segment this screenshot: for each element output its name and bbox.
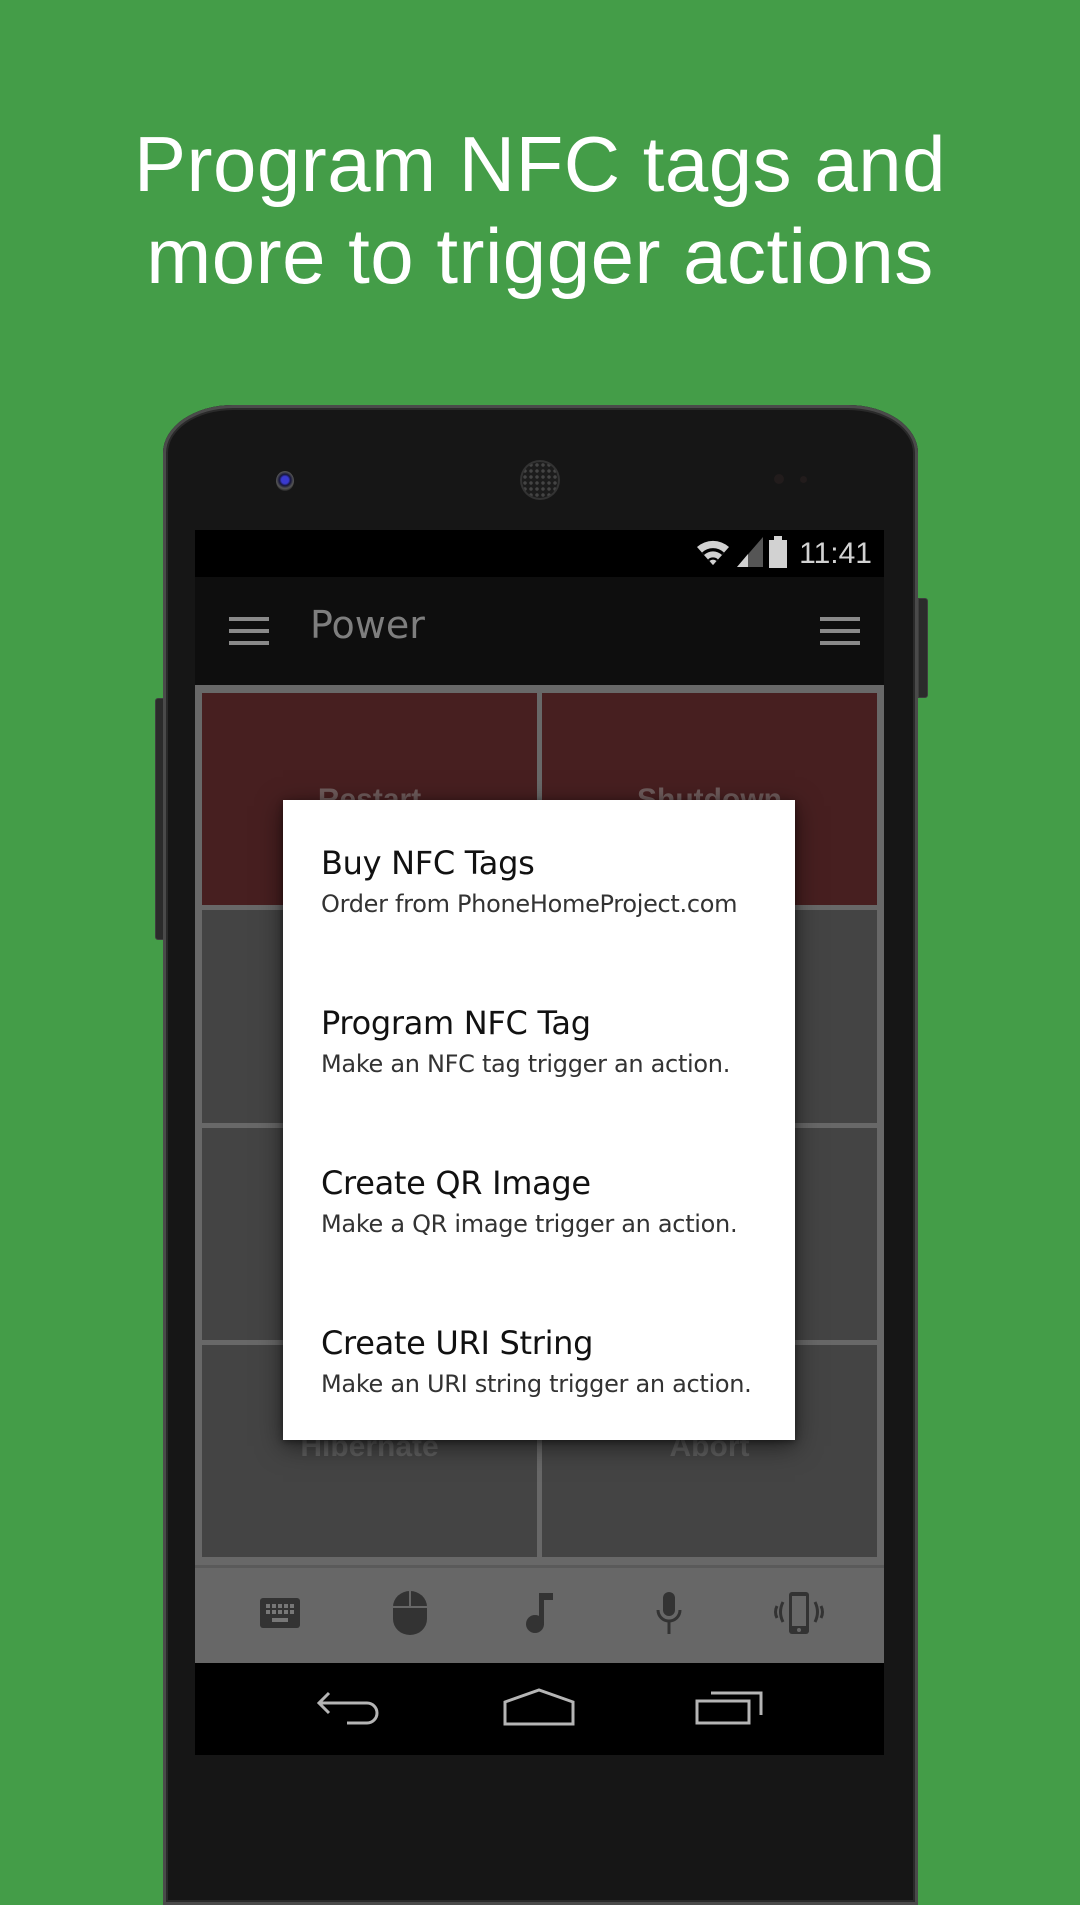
back-button[interactable] [305, 1679, 395, 1739]
media-button[interactable] [509, 1586, 569, 1646]
wifi-icon [695, 537, 731, 572]
headline-line-2: more to trigger actions [146, 212, 934, 300]
app-bar: Power [195, 577, 884, 685]
front-camera-icon [276, 471, 294, 491]
hamburger-menu-icon [820, 617, 860, 645]
menu-item-subtitle: Make an URI string trigger an action. [321, 1370, 752, 1398]
back-icon [316, 1689, 383, 1730]
mouse-button[interactable] [380, 1586, 440, 1646]
tag-options-dialog: Buy NFC Tags Order from PhoneHomeProject… [283, 800, 795, 1440]
tile-label: Abort [669, 1429, 750, 1463]
recents-button[interactable] [684, 1679, 774, 1739]
vibrate-button[interactable] [769, 1586, 829, 1646]
music-note-icon [525, 1593, 554, 1638]
status-time: 11:41 [799, 537, 872, 570]
keyboard-button[interactable] [250, 1586, 310, 1646]
status-bar: 11:41 [195, 530, 884, 577]
home-icon [503, 1687, 575, 1731]
voice-button[interactable] [639, 1586, 699, 1646]
menu-item-title: Create QR Image [321, 1164, 591, 1202]
menu-item-program-nfc-tag[interactable]: Program NFC Tag Make an NFC tag trigger … [321, 960, 775, 1120]
tile-label: Hibernate [300, 1429, 439, 1463]
proximity-sensor [774, 474, 784, 484]
menu-item-buy-nfc-tags[interactable]: Buy NFC Tags Order from PhoneHomeProject… [321, 800, 775, 960]
menu-item-create-uri-string[interactable]: Create URI String Make an URI string tri… [321, 1280, 775, 1440]
hamburger-menu-icon [229, 617, 269, 645]
overflow-menu-button[interactable] [820, 617, 860, 645]
system-nav-bar [195, 1663, 884, 1755]
menu-item-subtitle: Make a QR image trigger an action. [321, 1210, 738, 1238]
earpiece-speaker-icon [522, 462, 558, 498]
menu-item-subtitle: Order from PhoneHomeProject.com [321, 890, 738, 918]
menu-item-title: Create URI String [321, 1324, 594, 1362]
recents-icon [695, 1689, 763, 1730]
cell-signal-icon [737, 536, 764, 572]
home-button[interactable] [494, 1679, 584, 1739]
menu-item-subtitle: Make an NFC tag trigger an action. [321, 1050, 731, 1078]
promo-headline: Program NFC tags and more to trigger act… [0, 118, 1080, 302]
app-title: Power [310, 603, 425, 647]
menu-item-title: Buy NFC Tags [321, 844, 535, 882]
menu-item-title: Program NFC Tag [321, 1004, 591, 1042]
battery-icon [769, 535, 788, 573]
headline-line-1: Program NFC tags and [134, 120, 946, 208]
light-sensor [800, 476, 807, 483]
bottom-toolbar [195, 1565, 884, 1663]
nav-drawer-button[interactable] [229, 617, 269, 645]
mouse-icon [392, 1591, 427, 1640]
keyboard-icon [259, 1598, 300, 1633]
phone-vibrate-icon [771, 1592, 827, 1639]
microphone-icon [655, 1592, 683, 1639]
menu-item-create-qr-image[interactable]: Create QR Image Make a QR image trigger … [321, 1120, 775, 1280]
power-button [918, 598, 928, 698]
